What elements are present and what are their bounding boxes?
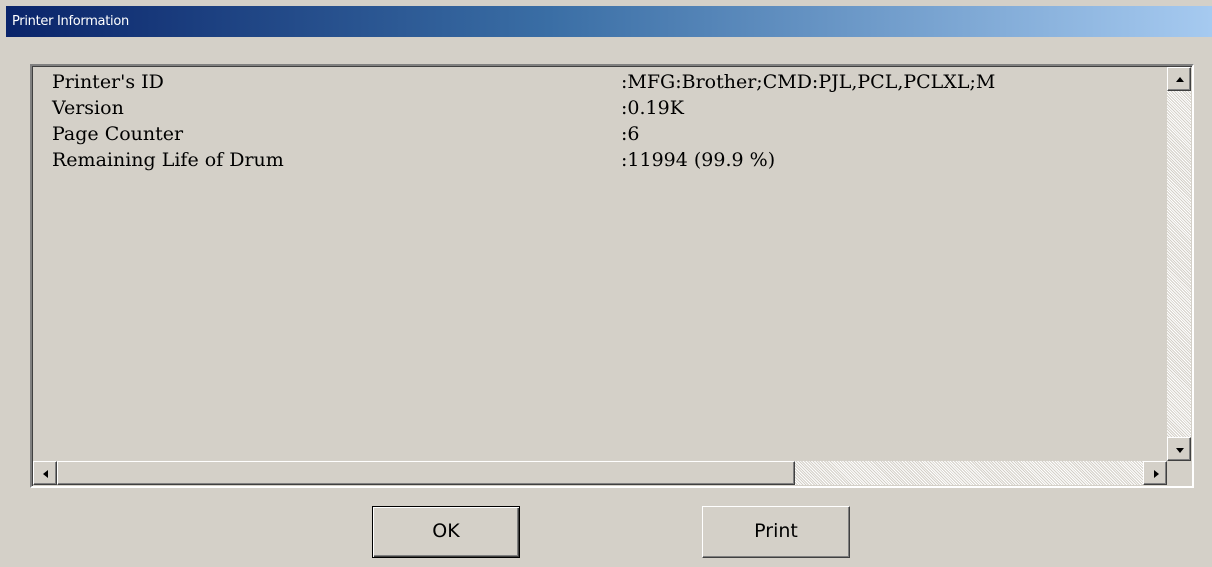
list-content: Printer's ID :MFG:Brother;CMD:PJL,PCL,PC…	[33, 67, 1167, 461]
horizontal-scrollbar[interactable]	[33, 461, 1167, 485]
row-label: Printer's ID	[52, 71, 164, 93]
vertical-scrollbar[interactable]	[1167, 67, 1191, 461]
title-bar[interactable]: Printer Information	[6, 6, 1212, 37]
ok-button[interactable]: OK	[372, 506, 520, 558]
window-title: Printer Information	[12, 14, 129, 29]
row-value: :11994 (99.9 %)	[621, 149, 776, 171]
row-value: :0.19K	[621, 97, 684, 119]
row-value: :MFG:Brother;CMD:PJL,PCL,PCLXL;M	[621, 71, 996, 93]
scroll-left-button[interactable]	[33, 461, 57, 485]
scroll-up-button[interactable]	[1167, 67, 1191, 91]
row-label: Version	[52, 97, 124, 119]
arrow-left-icon	[43, 470, 48, 478]
scrollbar-corner	[1167, 461, 1191, 485]
row-label: Remaining Life of Drum	[52, 149, 284, 171]
printer-information-dialog: Printer Information Printer's ID :MFG:Br…	[0, 0, 1212, 567]
row-label: Page Counter	[52, 123, 184, 145]
row-value: :6	[621, 123, 640, 145]
list-item-page-counter[interactable]: Page Counter :6	[33, 119, 1167, 145]
list-item-printer-id[interactable]: Printer's ID :MFG:Brother;CMD:PJL,PCL,PC…	[33, 67, 1167, 93]
arrow-up-icon	[1176, 77, 1184, 82]
printer-info-list[interactable]: Printer's ID :MFG:Brother;CMD:PJL,PCL,PC…	[30, 64, 1194, 488]
list-item-version[interactable]: Version :0.19K	[33, 93, 1167, 119]
horizontal-scroll-thumb[interactable]	[57, 461, 795, 485]
print-button[interactable]: Print	[702, 506, 850, 558]
scroll-right-button[interactable]	[1143, 461, 1167, 485]
list-frame: Printer's ID :MFG:Brother;CMD:PJL,PCL,PC…	[32, 66, 1192, 486]
scroll-down-button[interactable]	[1167, 437, 1191, 461]
arrow-right-icon	[1154, 470, 1159, 478]
list-item-drum-life[interactable]: Remaining Life of Drum :11994 (99.9 %)	[33, 145, 1167, 171]
arrow-down-icon	[1176, 448, 1184, 453]
